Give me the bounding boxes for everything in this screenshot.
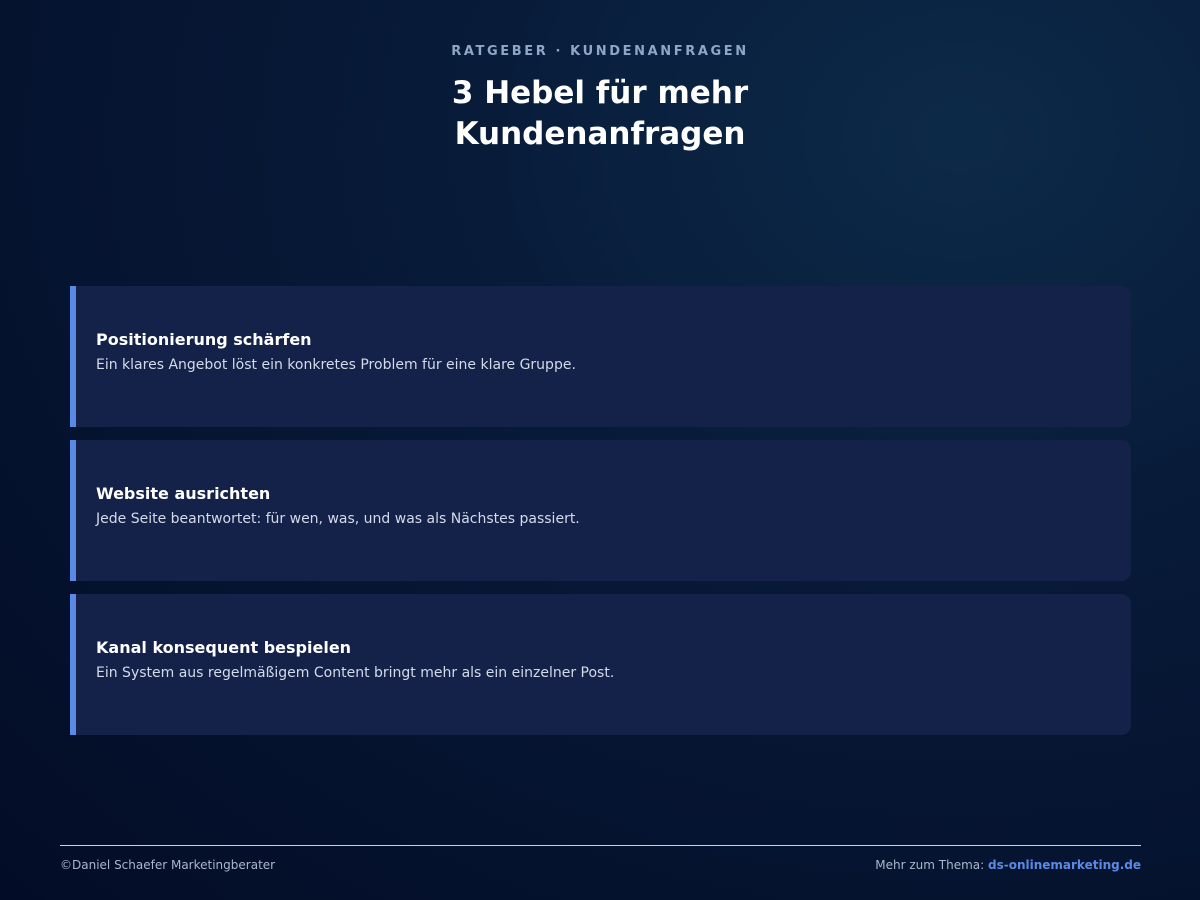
more-label: Mehr zum Thema: <box>875 858 988 872</box>
card-list: Positionierung schärfen Ein klares Angeb… <box>70 286 1131 748</box>
website-link[interactable]: ds-onlinemarketing.de <box>988 858 1141 872</box>
card-text: Ein klares Angebot löst ein konkretes Pr… <box>96 357 576 373</box>
card-title: Website ausrichten <box>96 484 271 503</box>
kicker-label: RATGEBER · KUNDENANFRAGEN <box>451 44 749 59</box>
page-footer: ©Daniel Schaefer Marketingberater Mehr z… <box>60 845 1141 872</box>
footer-more: Mehr zum Thema: ds-onlinemarketing.de <box>875 858 1141 872</box>
card-title: Kanal konsequent bespielen <box>96 638 352 657</box>
copyright-text: ©Daniel Schaefer Marketingberater <box>60 858 276 872</box>
card-website: Website ausrichten Jede Seite beantworte… <box>70 440 1131 581</box>
page-header: RATGEBER · KUNDENANFRAGEN 3 Hebel für me… <box>0 44 1200 155</box>
card-text: Ein System aus regelmäßigem Content brin… <box>96 665 615 681</box>
card-title: Positionierung schärfen <box>96 330 312 349</box>
card-text: Jede Seite beantwortet: für wen, was, un… <box>96 511 580 527</box>
card-kanal: Kanal konsequent bespielen Ein System au… <box>70 594 1131 735</box>
page-title: 3 Hebel für mehr Kundenanfragen <box>451 75 749 152</box>
card-positionierung: Positionierung schärfen Ein klares Angeb… <box>70 286 1131 427</box>
